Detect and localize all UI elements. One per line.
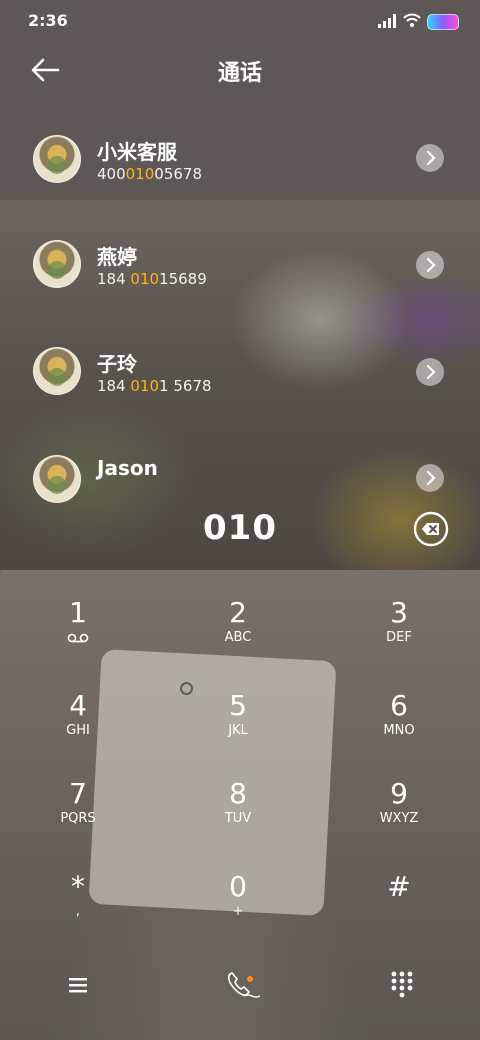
key-digit: 9 [390,777,408,810]
contact-number: 184 01015689 [97,270,207,288]
key-letters: + [232,904,244,919]
key-letters: JKL [228,723,248,738]
keypad-key-6[interactable]: 6 MNO [339,691,459,771]
avatar [33,135,81,183]
key-digit: # [387,870,411,903]
status-time: 2:36 [28,11,68,30]
avatar [33,240,81,288]
key-digit: 7 [69,777,87,810]
backspace-icon[interactable] [413,511,449,547]
key-letters: TUV [224,811,252,826]
call-icon[interactable] [224,970,260,1002]
dialed-number: 010 [203,508,277,548]
chevron-right-icon[interactable] [416,144,444,172]
battery-icon [427,14,459,30]
key-letters: ABC [224,630,252,645]
wifi-icon [403,13,421,27]
key-letters: WXYZ [379,811,419,826]
keypad-key-3[interactable]: 3 DEF [339,598,459,678]
contact-number: 40001005678 [97,165,202,183]
keypad-key-star[interactable]: * , [18,872,138,952]
key-digit: * [71,870,85,903]
contact-item-xiaomi-service[interactable]: 小米客服 40001005678 [0,110,480,210]
avatar [33,347,81,395]
contact-item-ziling[interactable]: 子玲 184 0101 5678 [0,322,480,422]
keypad-key-8[interactable]: 8 TUV [178,779,298,859]
keypad-key-1[interactable]: 1 [18,598,138,678]
contact-number: 184 0101 5678 [97,377,212,395]
key-letters: , [75,904,81,919]
keypad-key-hash[interactable]: # [339,872,459,952]
key-letters: DEF [386,630,412,645]
key-letters: MNO [383,723,415,738]
key-digit: 8 [229,777,247,810]
keypad-key-5[interactable]: 5 JKL [178,691,298,771]
chevron-right-icon[interactable] [416,464,444,492]
key-digit: 5 [229,689,247,722]
key-letters: PQRS [60,811,96,826]
page-title: 通话 [217,61,262,86]
signal-icon [378,14,396,28]
keypad-key-4[interactable]: 4 GHI [18,691,138,771]
key-digit: 4 [69,689,87,722]
chevron-right-icon[interactable] [416,251,444,279]
key-letters: GHI [66,723,90,738]
menu-icon[interactable] [66,973,90,997]
chevron-right-icon[interactable] [416,358,444,386]
voicemail-icon [67,633,89,643]
key-digit: 6 [390,689,408,722]
keypad-key-9[interactable]: 9 WXYZ [339,779,459,859]
keypad-key-2[interactable]: 2 ABC [178,598,298,678]
keypad-key-7[interactable]: 7 PQRS [18,779,138,859]
contact-item-jason[interactable]: Jason [0,430,480,503]
contact-name: 燕婷 [97,245,137,269]
dialpad-icon[interactable] [390,970,414,1000]
key-digit: 3 [390,596,408,629]
avatar [33,455,81,503]
contact-name: 子玲 [97,352,137,376]
contact-name: 小米客服 [97,140,177,164]
status-bar: 2:36 [0,0,480,44]
contact-name: Jason [97,456,158,480]
key-digit: 2 [229,596,247,629]
keypad-key-0[interactable]: 0 + [178,872,298,952]
contact-item-yanting[interactable]: 燕婷 184 01015689 [0,215,480,315]
key-digit: 0 [229,870,247,903]
key-digit: 1 [69,596,87,629]
